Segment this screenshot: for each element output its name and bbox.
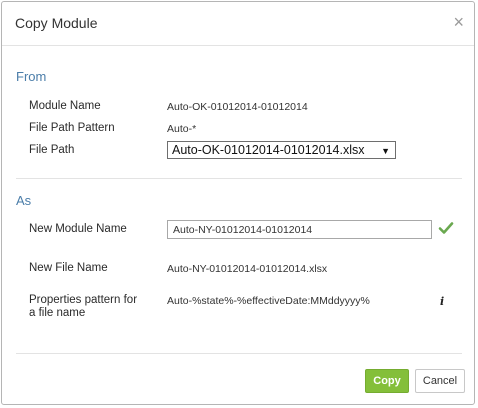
copy-button[interactable]: Copy	[365, 369, 409, 393]
properties-pattern-label: Properties pattern for a file name	[29, 294, 137, 320]
new-module-name-input[interactable]: Auto-NY-01012014-01012014	[167, 220, 432, 239]
file-path-selected-value: Auto-OK-01012014-01012014.xlsx	[172, 143, 365, 157]
properties-pattern-label-line1: Properties pattern for	[29, 294, 138, 306]
caret-down-icon: ▼	[381, 146, 390, 156]
file-path-pattern-value: Auto-*	[167, 123, 197, 135]
new-file-name-value: Auto-NY-01012014-01012014.xlsx	[167, 263, 328, 275]
copy-module-dialog: Copy Module × From Module Name Auto-OK-0…	[1, 1, 475, 405]
dialog-header: Copy Module ×	[2, 2, 474, 46]
new-module-name-label: New Module Name	[29, 223, 127, 235]
info-icon[interactable]: i	[440, 295, 444, 308]
close-icon[interactable]: ×	[453, 13, 464, 31]
properties-pattern-value: Auto-%state%-%effectiveDate:MMddyyyy%	[167, 295, 370, 307]
check-icon	[438, 222, 454, 234]
section-divider	[16, 178, 462, 179]
dialog-title: Copy Module	[15, 15, 98, 31]
new-file-name-label: New File Name	[29, 262, 108, 274]
module-name-label: Module Name	[29, 100, 101, 112]
file-path-pattern-label: File Path Pattern	[29, 122, 115, 134]
properties-pattern-label-line2: a file name	[29, 307, 86, 319]
section-heading-from: From	[16, 69, 47, 84]
cancel-button[interactable]: Cancel	[415, 369, 465, 393]
file-path-select[interactable]: Auto-OK-01012014-01012014.xlsx ▼	[167, 141, 396, 159]
footer-divider	[16, 353, 462, 354]
section-heading-as: As	[16, 193, 32, 208]
module-name-value: Auto-OK-01012014-01012014	[167, 101, 308, 113]
file-path-label: File Path	[29, 144, 75, 156]
